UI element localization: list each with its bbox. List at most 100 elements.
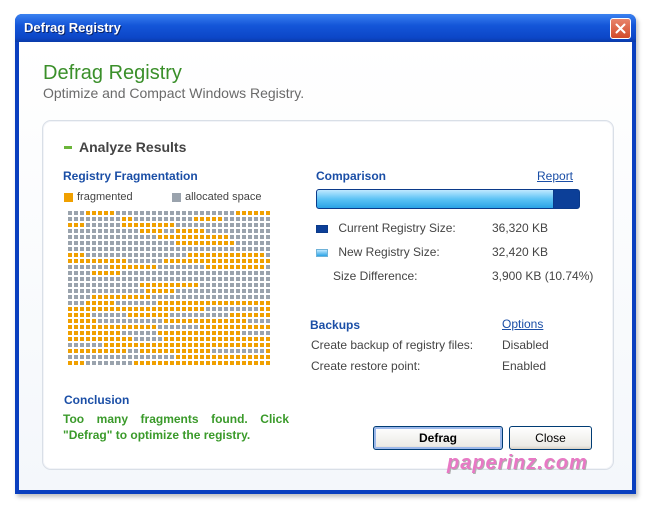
fragmented-block — [200, 361, 204, 365]
fragmented-block — [152, 229, 156, 233]
fragmented-block — [116, 259, 120, 263]
fragmented-block — [248, 253, 252, 257]
allocated-block — [236, 283, 240, 287]
allocated-block — [206, 313, 210, 317]
fragmented-block — [92, 259, 96, 263]
fragmented-block — [128, 223, 132, 227]
allocated-block — [86, 355, 90, 359]
allocated-block — [182, 265, 186, 269]
fragmented-block — [92, 301, 96, 305]
allocated-block — [248, 295, 252, 299]
allocated-block — [164, 355, 168, 359]
fragmented-block — [110, 211, 114, 215]
allocated-block — [122, 361, 126, 365]
allocated-block — [134, 331, 138, 335]
fragmented-block — [110, 271, 114, 275]
fragmented-block — [104, 301, 108, 305]
allocated-block — [176, 223, 180, 227]
fragmented-block — [140, 361, 144, 365]
allocated-block — [116, 247, 120, 251]
fragmented-block — [92, 211, 96, 215]
allocated-block — [188, 247, 192, 251]
allocated-block — [74, 301, 78, 305]
fragmented-block — [242, 325, 246, 329]
allocated-block — [104, 283, 108, 287]
fragmented-block — [164, 283, 168, 287]
allocated-block — [74, 343, 78, 347]
allocated-block — [152, 319, 156, 323]
fragmented-block — [260, 325, 264, 329]
fragmented-block — [194, 253, 198, 257]
allocated-block — [224, 223, 228, 227]
fragmented-block — [134, 313, 138, 317]
fragmented-block — [200, 235, 204, 239]
allocated-block — [86, 283, 90, 287]
allocated-block — [266, 247, 270, 251]
fragmented-block — [224, 235, 228, 239]
allocated-block — [68, 235, 72, 239]
allocated-block — [92, 277, 96, 281]
allocated-block — [200, 265, 204, 269]
allocated-block — [80, 343, 84, 347]
allocated-block — [158, 271, 162, 275]
allocated-block — [218, 313, 222, 317]
allocated-block — [92, 265, 96, 269]
fragmented-block — [86, 313, 90, 317]
allocated-block — [164, 211, 168, 215]
allocated-block — [158, 265, 162, 269]
allocated-block — [152, 247, 156, 251]
allocated-block — [248, 217, 252, 221]
title-bar[interactable]: Defrag Registry — [15, 14, 636, 42]
fragmented-block — [206, 355, 210, 359]
defrag-button[interactable]: Defrag — [373, 426, 503, 450]
fragmented-block — [212, 265, 216, 269]
allocated-block — [176, 265, 180, 269]
allocated-block — [104, 265, 108, 269]
fragmented-block — [218, 319, 222, 323]
allocated-block — [212, 211, 216, 215]
allocated-block — [188, 277, 192, 281]
allocated-block — [254, 229, 258, 233]
fragmented-block — [104, 349, 108, 353]
fragmented-block — [134, 295, 138, 299]
allocated-block — [152, 211, 156, 215]
fragmented-block — [92, 337, 96, 341]
fragmented-block — [224, 319, 228, 323]
fragmented-block — [188, 349, 192, 353]
allocated-block — [74, 265, 78, 269]
fragmented-block — [236, 355, 240, 359]
allocated-block — [242, 235, 246, 239]
allocated-block — [158, 337, 162, 341]
window-close-button[interactable] — [610, 18, 631, 39]
options-link[interactable]: Options — [502, 317, 543, 331]
fragmented-block — [80, 253, 84, 257]
allocated-block — [254, 217, 258, 221]
allocated-block — [152, 331, 156, 335]
allocated-block — [200, 283, 204, 287]
allocated-block — [230, 289, 234, 293]
allocated-block — [128, 235, 132, 239]
fragmented-block — [248, 343, 252, 347]
allocated-block — [152, 259, 156, 263]
comparison-progress-fill — [317, 190, 554, 208]
allocated-block — [92, 313, 96, 317]
allocated-block — [74, 229, 78, 233]
fragmented-block — [152, 289, 156, 293]
fragmented-block — [116, 271, 120, 275]
fragmented-block — [182, 283, 186, 287]
fragmented-block — [68, 259, 72, 263]
fragmented-block — [140, 349, 144, 353]
fragmented-block — [140, 325, 144, 329]
fragmented-block — [200, 217, 204, 221]
fragmented-block — [122, 349, 126, 353]
fragmented-block — [182, 259, 186, 263]
allocated-block — [74, 211, 78, 215]
report-link[interactable]: Report — [537, 169, 573, 183]
fragmented-block — [266, 211, 270, 215]
fragmented-block — [206, 319, 210, 323]
allocated-block — [68, 301, 72, 305]
fragmented-block — [236, 319, 240, 323]
fragmented-block — [230, 343, 234, 347]
allocated-block — [68, 211, 72, 215]
close-button[interactable]: Close — [509, 426, 592, 450]
